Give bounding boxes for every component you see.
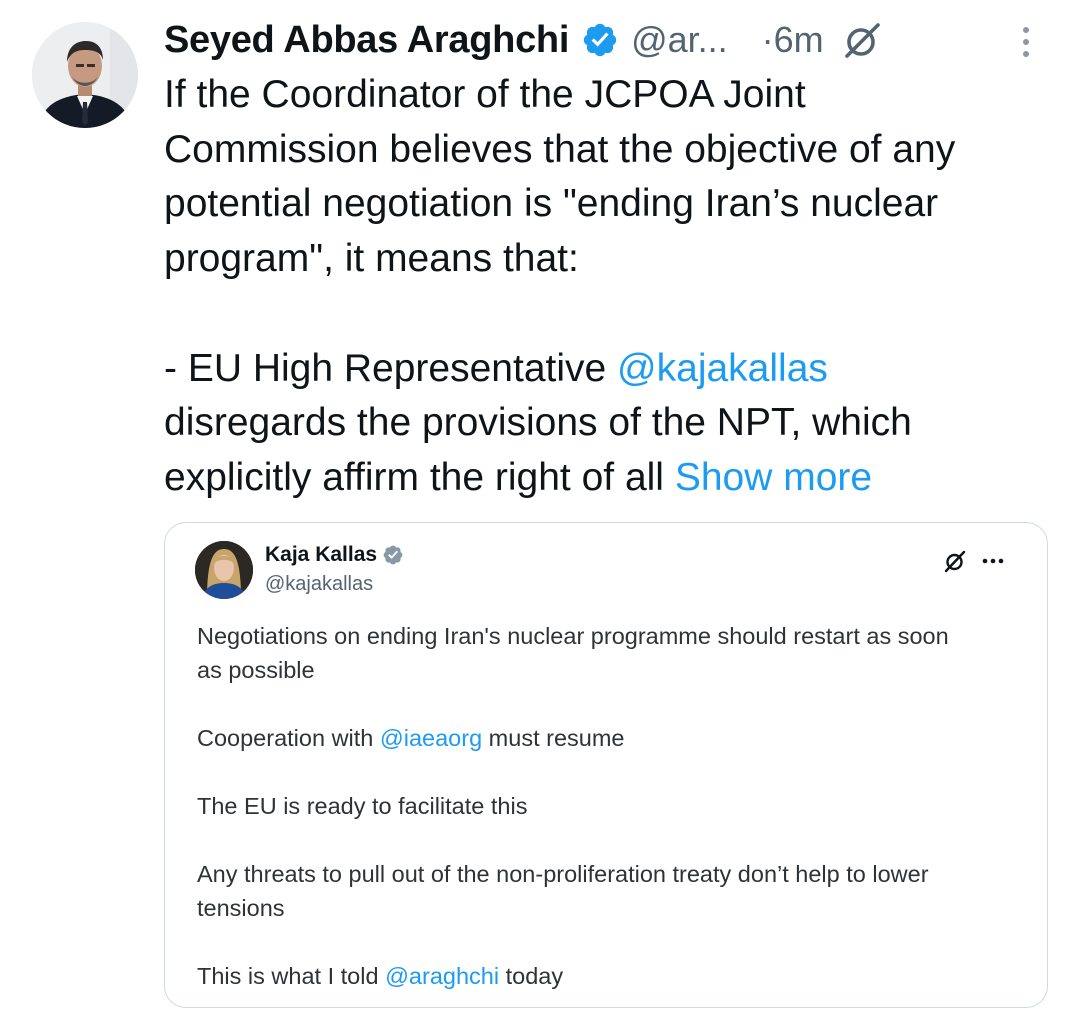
- quoted-line: Any threats to pull out of the non-proli…: [197, 861, 929, 887]
- mention-araghchi[interactable]: @araghchi: [385, 963, 499, 989]
- author-handle[interactable]: @ar...: [631, 19, 728, 61]
- tweet-timestamp[interactable]: ·6m: [762, 19, 824, 61]
- tweet-line: disregards the provisions of the NPT, wh…: [164, 401, 912, 445]
- quoted-author-name[interactable]: Kaja Kallas: [265, 543, 377, 567]
- tweet-line-text: explicitly affirm the right of all: [164, 455, 675, 499]
- author-avatar-image: [32, 22, 138, 128]
- tweet-line: explicitly affirm the right of all Show …: [164, 451, 1064, 506]
- bullet-prefix: - EU High Representative: [164, 346, 618, 390]
- quoted-tweet-card[interactable]: Kaja Kallas @kajakallas Negotiations on …: [164, 522, 1048, 1008]
- quoted-author-row: Kaja Kallas: [265, 543, 404, 567]
- tweet-line: If the Coordinator of the JCPOA Joint: [164, 73, 806, 116]
- more-horizontal-icon[interactable]: [980, 551, 1008, 571]
- quoted-line-text: This is what I told: [197, 963, 386, 989]
- quoted-line: This is what I told @araghchi today: [197, 959, 1017, 993]
- tweet-line: potential negotiation is "ending Iran’s …: [164, 182, 939, 226]
- quoted-line: as possible: [197, 657, 315, 683]
- author-name[interactable]: Seyed Abbas Araghchi: [164, 19, 569, 62]
- quoted-line: Cooperation with @iaeaorg must resume: [197, 721, 1017, 755]
- verified-badge-icon[interactable]: [581, 21, 619, 59]
- quoted-author-avatar[interactable]: [195, 541, 253, 599]
- more-vertical-icon[interactable]: [1018, 24, 1034, 64]
- quoted-line: tensions: [197, 895, 285, 921]
- author-avatar[interactable]: [32, 22, 138, 128]
- show-more-link[interactable]: Show more: [675, 456, 872, 499]
- grok-icon[interactable]: [943, 549, 967, 573]
- quoted-line: Negotiations on ending Iran's nuclear pr…: [197, 623, 949, 649]
- quoted-tweet-text: Negotiations on ending Iran's nuclear pr…: [197, 619, 1017, 993]
- tweet-line: - EU High Representative @kajakallas: [164, 342, 1064, 397]
- verified-badge-icon[interactable]: [382, 544, 404, 566]
- mention-kajakallas[interactable]: @kajakallas: [617, 347, 828, 390]
- quoted-line-text: must resume: [482, 725, 625, 751]
- quoted-line: The EU is ready to facilitate this: [197, 793, 528, 819]
- quoted-line-text: today: [499, 963, 564, 989]
- tweet-header: Seyed Abbas Araghchi @ar... ·6m: [164, 14, 1064, 66]
- quoted-author-handle[interactable]: @kajakallas: [265, 573, 373, 596]
- grok-icon[interactable]: [842, 20, 882, 60]
- tweet-line: program", it means that:: [164, 237, 579, 281]
- mention-iaeaorg[interactable]: @iaeaorg: [380, 725, 482, 751]
- tweet-text: If the Coordinator of the JCPOA Joint Co…: [164, 68, 1064, 506]
- quoted-line-text: Cooperation with: [197, 725, 380, 751]
- tweet-line: Commission believes that the objective o…: [164, 127, 956, 171]
- quoted-avatar-image: [195, 541, 253, 599]
